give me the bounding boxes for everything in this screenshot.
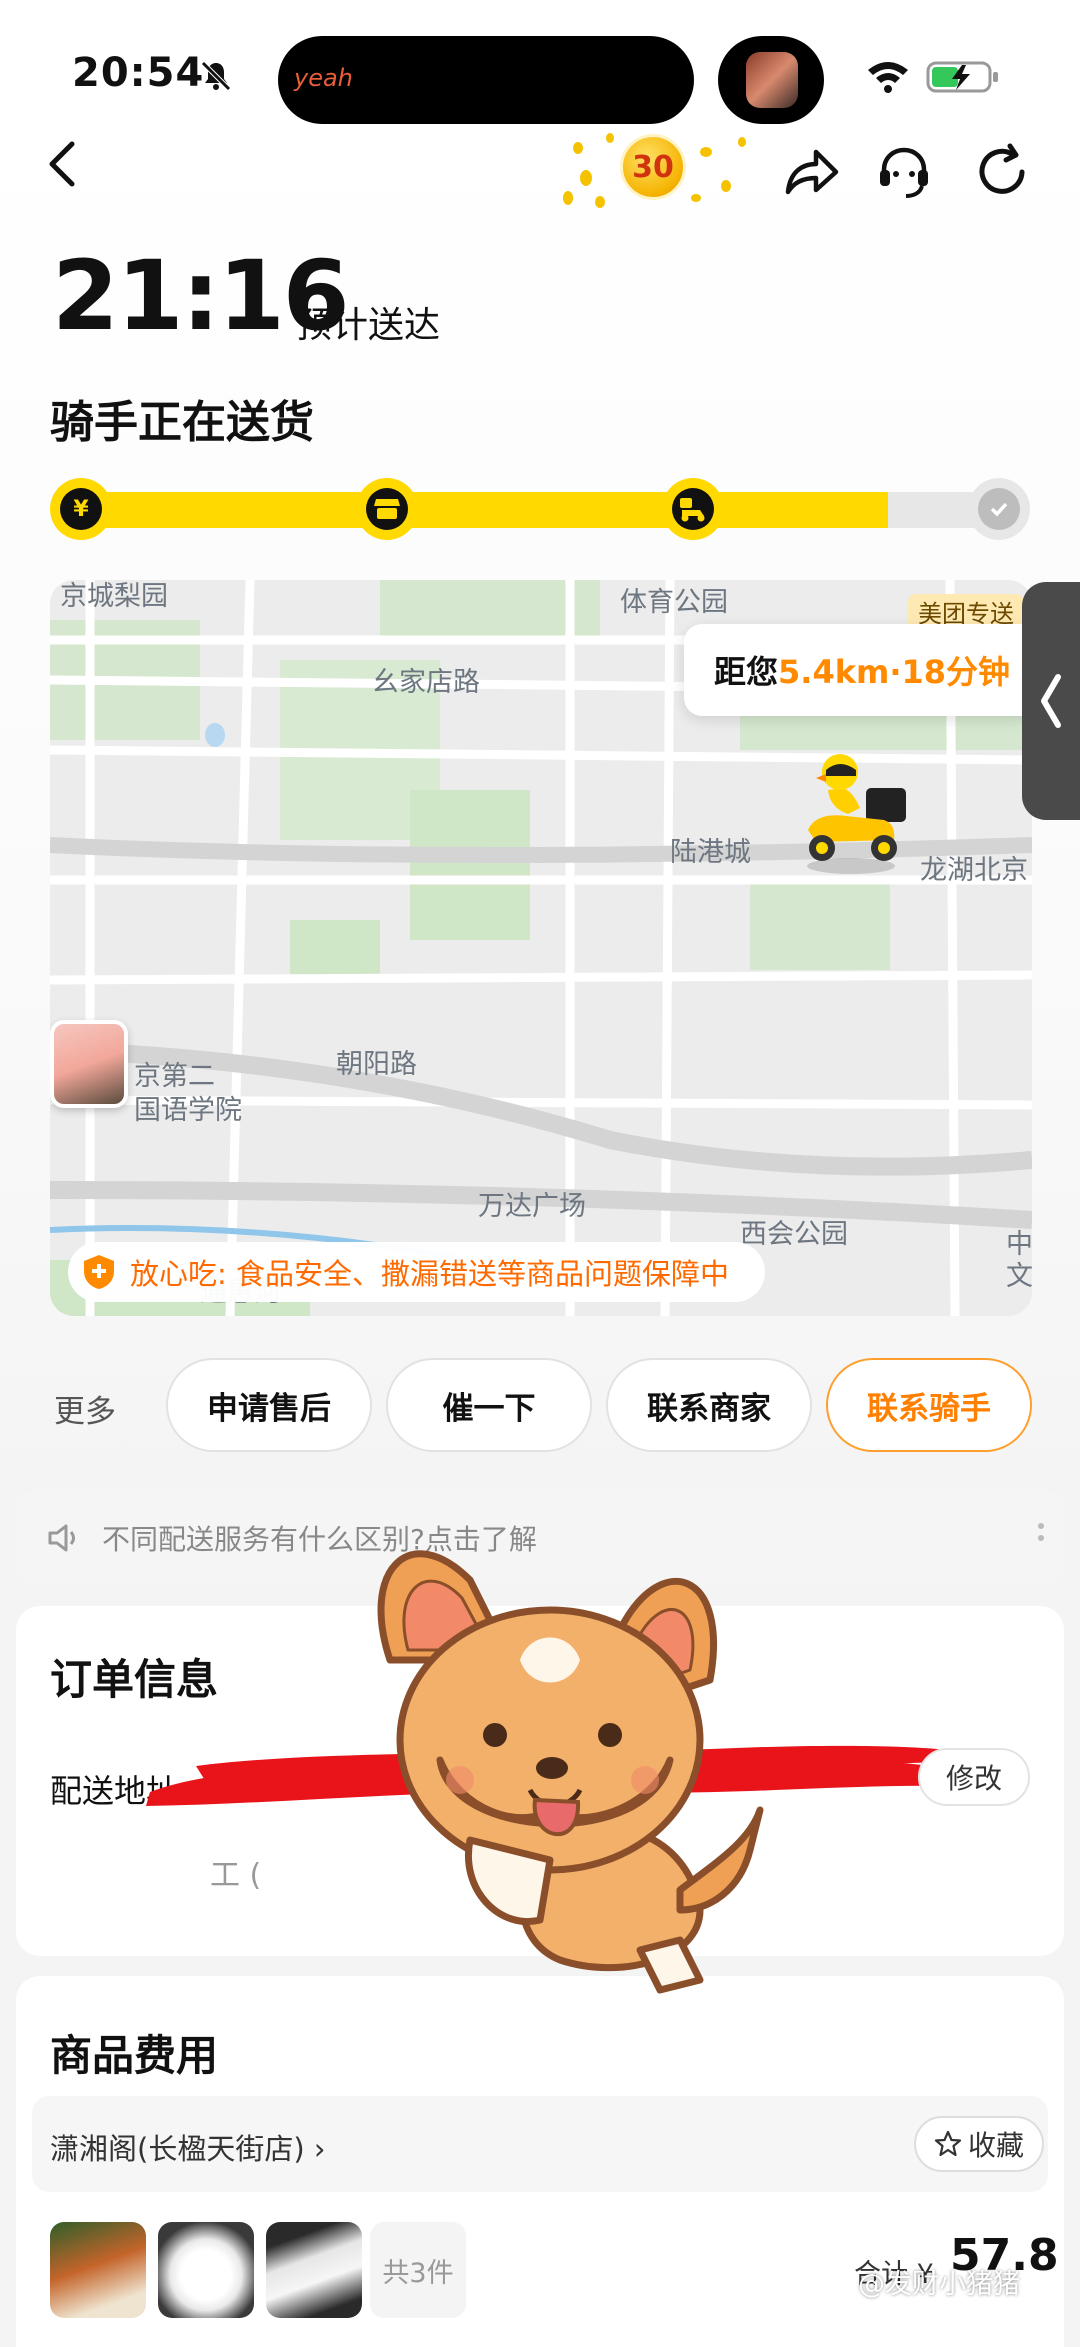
- map-label: 万达广场: [478, 1191, 586, 1222]
- speaker-icon: [48, 1524, 75, 1552]
- order-info-title: 订单信息: [50, 1655, 219, 1704]
- chevron-left-icon: [1041, 674, 1061, 728]
- map-label: 京城梨园: [60, 581, 168, 612]
- guarantee-text: 放心吃: 食品安全、撒漏错送等商品问题保障中: [130, 1257, 729, 1291]
- favorite-label: 收藏: [967, 2129, 1024, 2162]
- delivery-progress: ¥: [50, 478, 1030, 540]
- progress-step-merchant: [356, 478, 418, 540]
- shop-icon: [366, 488, 408, 530]
- action-bar: 更多 申请售后 催一下 联系商家 联系骑手: [0, 1356, 1080, 1456]
- side-panel-tab[interactable]: [1022, 582, 1080, 820]
- battery-charging-icon: [926, 61, 998, 93]
- progress-step-paid: ¥: [50, 478, 112, 540]
- map-label: 文: [1006, 1261, 1032, 1292]
- edit-address-button[interactable]: 修改: [918, 1748, 1030, 1806]
- share-icon[interactable]: [780, 142, 840, 202]
- delivery-status-title: 骑手正在送货: [50, 397, 314, 448]
- map-label: 陆港城: [670, 837, 751, 868]
- urge-button[interactable]: 催一下: [386, 1358, 592, 1452]
- dynamic-island[interactable]: yeah: [278, 36, 694, 124]
- progress-step-delivering: [662, 478, 724, 540]
- shop-row[interactable]: 潇湘阁(长楹天街店) › 收藏: [32, 2096, 1048, 2192]
- island-avatar[interactable]: [718, 36, 824, 124]
- after-sales-button[interactable]: 申请售后: [166, 1358, 372, 1452]
- map-label: 西会公园: [740, 1219, 848, 1250]
- distance-value: 5.4km·18分钟: [778, 653, 1011, 691]
- distance-prefix: 距您: [714, 653, 779, 691]
- favorite-button[interactable]: 收藏: [914, 2116, 1044, 2172]
- progress-step-arrived: [968, 478, 1030, 540]
- shield-icon: [84, 1255, 114, 1289]
- rider-marker-icon[interactable]: [786, 748, 916, 878]
- customer-service-icon[interactable]: [874, 142, 934, 202]
- map-label: 幺家店路: [372, 667, 480, 698]
- product-thumbnail[interactable]: [50, 2222, 146, 2318]
- yen-icon: ¥: [60, 488, 102, 530]
- guarantee-banner[interactable]: 放心吃: 食品安全、撒漏错送等商品问题保障中: [68, 1242, 765, 1302]
- refresh-icon[interactable]: [972, 142, 1032, 202]
- contact-rider-button[interactable]: 联系骑手: [826, 1358, 1032, 1452]
- island-text: yeah: [294, 64, 353, 92]
- wifi-icon: [868, 62, 908, 93]
- product-thumbnail[interactable]: [266, 2222, 362, 2318]
- map-label: 龙湖北京: [920, 855, 1028, 886]
- product-thumbnail[interactable]: [158, 2222, 254, 2318]
- eta-label: 预计送达: [296, 305, 441, 346]
- watermark: @发财小猪猪: [858, 2269, 1020, 2300]
- star-icon: [934, 2130, 962, 2157]
- contact-merchant-button[interactable]: 联系商家: [606, 1358, 812, 1452]
- shop-name[interactable]: 潇湘阁(长楹天街店) ›: [50, 2126, 325, 2168]
- coin-reward-badge[interactable]: 30: [620, 134, 686, 200]
- more-dots-icon[interactable]: [1036, 1520, 1046, 1556]
- product-fee-title: 商品费用: [50, 2031, 219, 2080]
- address-fragment: 工 (: [210, 1858, 262, 1893]
- user-avatar-marker[interactable]: [50, 1020, 128, 1108]
- check-shield-icon: [978, 488, 1020, 530]
- status-bar: 20:54 yeah: [0, 0, 1080, 130]
- delivery-map[interactable]: 京城梨园 体育公园 幺家店路 陆港城 龙湖北京 京第二 国语学院 朝阳路 万达广…: [50, 580, 1032, 1316]
- scooter-icon: [672, 488, 714, 530]
- map-label: 朝阳路: [336, 1049, 417, 1080]
- map-label: 国语学院: [134, 1095, 242, 1126]
- map-label: 体育公园: [620, 587, 728, 618]
- status-time: 20:54: [72, 50, 205, 96]
- back-arrow-icon[interactable]: [44, 138, 80, 190]
- more-actions[interactable]: 更多: [54, 1386, 116, 1431]
- bell-muted-icon: [201, 61, 231, 91]
- progress-fill: [56, 492, 888, 528]
- distance-bubble: 距您 5.4km·18分钟: [684, 624, 1032, 716]
- corgi-sticker: [377, 1550, 764, 1994]
- island-avatar-image: [746, 52, 798, 108]
- item-count[interactable]: 共3件: [370, 2222, 466, 2318]
